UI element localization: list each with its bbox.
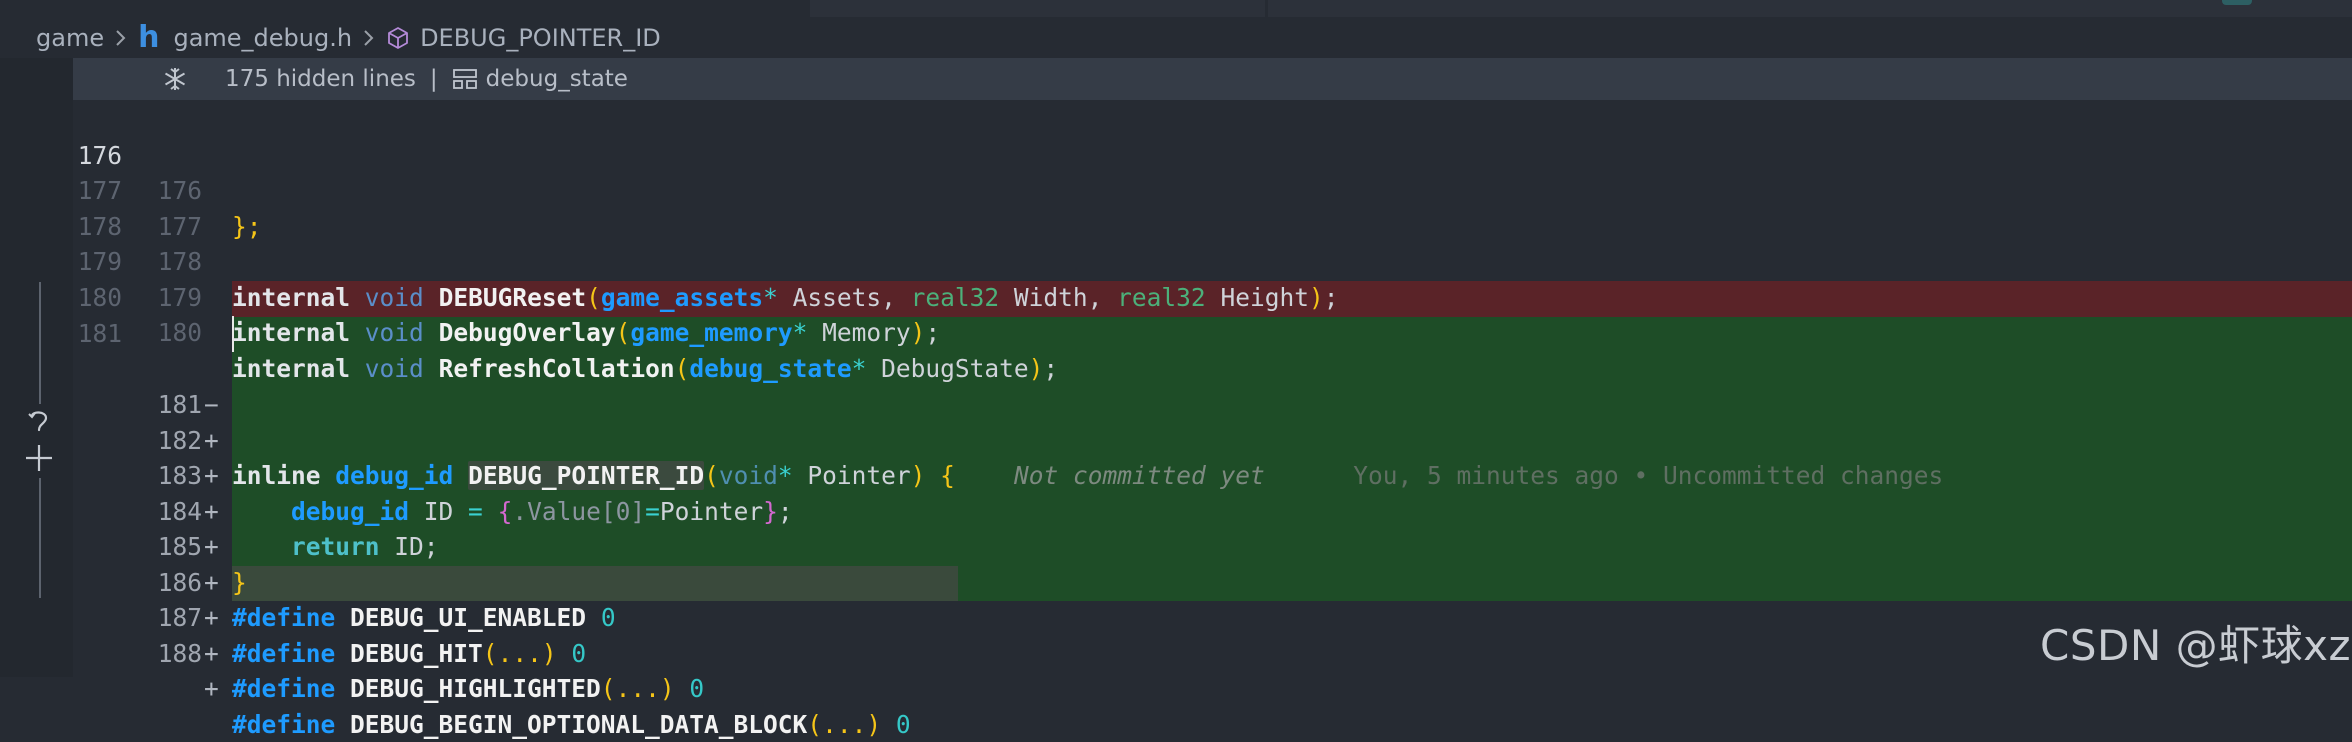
new-line-number: 187 (150, 600, 202, 636)
tab-strip-accent (2222, 0, 2252, 5)
added-code-line[interactable]: 181 + inline debug_id DEBUG_POINTER_ID(v… (0, 316, 2352, 352)
code-line[interactable]: 179 179 internal void DebugOverlay(game_… (0, 209, 2352, 245)
code-text: #define DEBUG_BEGIN_OPTIONAL_DATA_BLOCK(… (232, 707, 911, 742)
paren: ( (601, 674, 616, 703)
change-range-line (39, 282, 41, 404)
sticky-context[interactable]: debug_state (486, 66, 628, 92)
diff-added-marker: + (204, 600, 224, 636)
paren: ( (483, 639, 498, 668)
paren: ) (866, 710, 881, 739)
code-line[interactable]: 180 180 internal void RefreshCollation(d… (0, 244, 2352, 280)
new-line-number: 188 (150, 636, 202, 672)
breadcrumb-folder[interactable]: game (36, 24, 104, 52)
code-text: #define DEBUG_HIGHLIGHTED(...) 0 (232, 671, 704, 707)
separator: | (430, 66, 438, 92)
code-text: #define DEBUG_UI_ENABLED 0 (232, 600, 616, 636)
macro-name: DEBUG_HIGHLIGHTED (350, 674, 601, 703)
breadcrumb-file[interactable]: game_debug.h (173, 24, 352, 52)
breadcrumb-symbol[interactable]: DEBUG_POINTER_ID (420, 24, 661, 52)
struct-icon (452, 68, 478, 90)
breadcrumb: game h game_debug.h DEBUG_POINTER_ID (0, 18, 2352, 58)
number: 0 (571, 639, 586, 668)
number: 0 (601, 603, 616, 632)
top-tab-strip (0, 0, 2352, 17)
watermark: CSDN @虾球xz (2040, 612, 2351, 673)
code-line[interactable]: 177 177 (0, 138, 2352, 174)
macro-args: ... (822, 710, 866, 739)
preprocessor-directive: #define (232, 674, 335, 703)
hidden-lines-label: 175 hidden lines (225, 66, 416, 92)
unfold-icon[interactable] (161, 65, 189, 93)
revert-change-icon[interactable] (26, 408, 52, 436)
added-code-line[interactable]: 182 + debug_id ID = {.Value[0]=Pointer}; (0, 352, 2352, 388)
sticky-scroll-header[interactable]: 175 hidden lines | debug_state (73, 58, 2352, 100)
paren: ) (542, 639, 557, 668)
chevron-right-icon (362, 28, 376, 48)
symbol-cube-icon (386, 26, 410, 50)
tab-strip-segment (1268, 0, 2352, 17)
added-code-line[interactable]: 187 + #define DEBUG_HIGHLIGHTED(...) 0 (0, 529, 2352, 565)
code-text: #define DEBUG_HIT(...) 0 (232, 636, 586, 672)
text-cursor (232, 316, 234, 352)
number: 0 (896, 710, 911, 739)
code-line[interactable]: 178 178 internal void DEBUGReset(game_as… (0, 173, 2352, 209)
added-code-line[interactable]: 188 + #define DEBUG_BEGIN_OPTIONAL_DATA_… (0, 565, 2352, 601)
added-code-line[interactable]: 183 + return ID; (0, 387, 2352, 423)
preprocessor-directive: #define (232, 603, 335, 632)
removed-code-line[interactable]: 181 − (0, 280, 2352, 316)
header-file-icon: h (138, 23, 159, 53)
added-code-line[interactable]: 184 + } (0, 423, 2352, 459)
diff-added-marker: + (204, 671, 224, 707)
macro-args: ... (616, 674, 660, 703)
number: 0 (689, 674, 704, 703)
preprocessor-directive: #define (232, 710, 335, 739)
macro-name: DEBUG_UI_ENABLED (350, 603, 586, 632)
macro-name: DEBUG_HIT (350, 639, 483, 668)
chevron-right-icon (114, 28, 128, 48)
macro-name: DEBUG_BEGIN_OPTIONAL_DATA_BLOCK (350, 710, 807, 739)
change-range-line (39, 478, 41, 598)
macro-args: ... (498, 639, 542, 668)
preprocessor-directive: #define (232, 639, 335, 668)
code-line[interactable]: 176 176 }; (0, 102, 2352, 138)
added-code-line[interactable]: 185 + #define DEBUG_UI_ENABLED 0 (0, 458, 2352, 494)
paren: ( (807, 710, 822, 739)
added-code-line[interactable]: 186 + #define DEBUG_HIT(...) 0 (0, 494, 2352, 530)
paren: ) (660, 674, 675, 703)
stage-change-plus-icon[interactable] (24, 443, 54, 473)
diff-added-marker: + (204, 636, 224, 672)
tab-strip-segment (810, 0, 1265, 17)
